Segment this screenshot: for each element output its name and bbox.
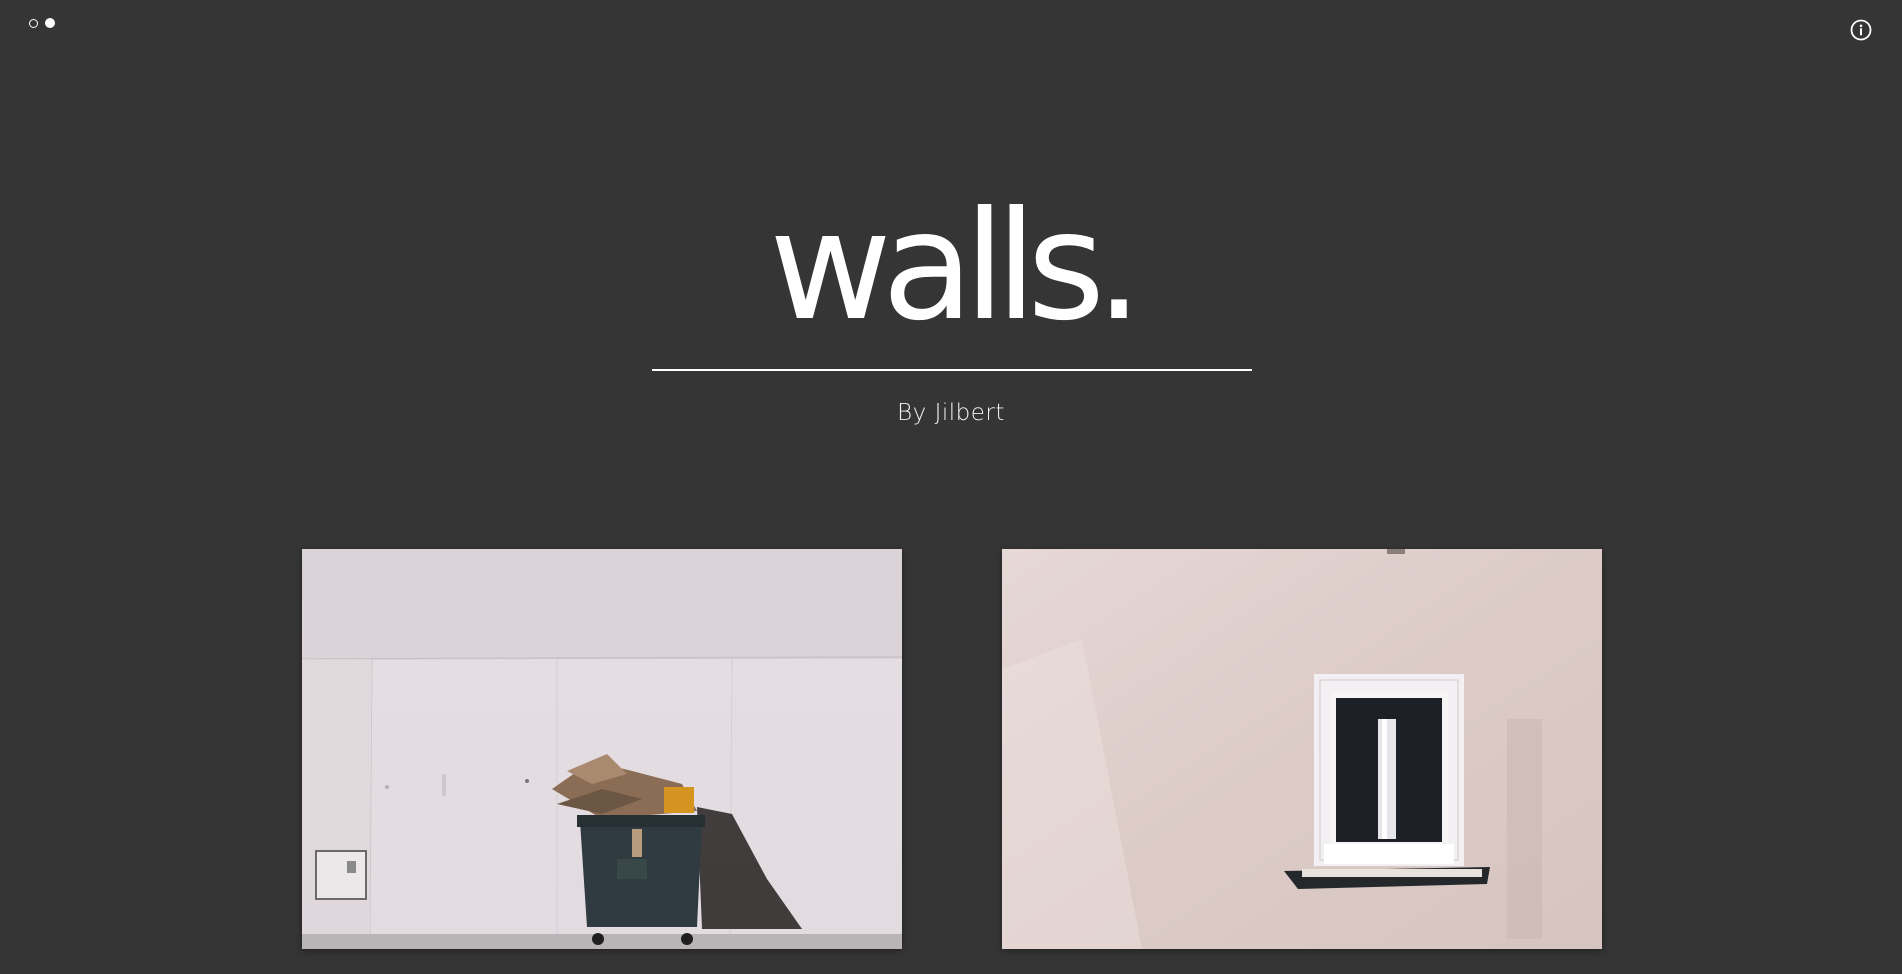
byline: By Jilbert (897, 400, 1005, 426)
info-icon (1850, 19, 1872, 41)
theme-light-dot[interactable] (29, 18, 38, 28)
page: walls. By Jilbert (0, 0, 1902, 974)
site-logo[interactable]: walls. (0, 180, 1902, 330)
info-button[interactable] (1850, 19, 1872, 41)
photo-card-window[interactable] (1002, 549, 1602, 949)
logo-text: walls. (769, 180, 1133, 330)
theme-toggle (29, 18, 55, 28)
photo-card-trash-bin[interactable] (302, 549, 902, 949)
photo-trash-bin (302, 549, 902, 949)
theme-dark-dot[interactable] (45, 18, 55, 28)
logo-wordmark: walls. (769, 180, 1143, 330)
photo-window (1002, 549, 1602, 949)
header-divider (652, 369, 1252, 371)
